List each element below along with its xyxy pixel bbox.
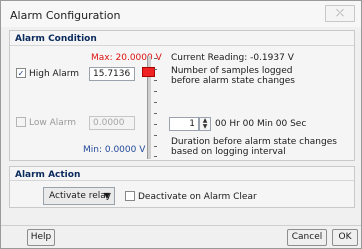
title-bar: Alarm Configuration ⤫ — [1, 1, 361, 27]
slider-tick — [154, 135, 157, 136]
low-alarm-checkbox[interactable] — [16, 117, 26, 127]
slider-tick — [154, 146, 157, 147]
slider-tick — [154, 91, 157, 92]
slider-tick — [154, 124, 157, 125]
high-alarm-checkbox[interactable]: ✓ — [16, 68, 26, 78]
slider-tick — [154, 102, 157, 103]
chevron-down-icon: ▼ — [103, 191, 110, 200]
window-title: Alarm Configuration — [10, 9, 121, 22]
alarm-action-title: Alarm Action — [15, 170, 81, 180]
duration-description-line2: based on logging interval — [171, 147, 286, 157]
footer-divider — [1, 225, 361, 226]
slider-tick — [154, 113, 157, 114]
checkmark-icon: ✓ — [17, 69, 25, 78]
slider-tick — [154, 156, 157, 157]
min-label: Min: 0.0000 V — [83, 145, 146, 155]
cancel-button[interactable]: Cancel — [287, 229, 327, 246]
action-dropdown-value: Activate relay — [49, 191, 112, 201]
current-reading: Current Reading: -0.1937 V — [171, 53, 294, 63]
alarm-condition-title: Alarm Condition — [15, 34, 97, 44]
alarm-configuration-window: Alarm Configuration ⤫ Alarm Condition Ma… — [0, 0, 362, 249]
max-label: Max: 20.0000 V — [91, 53, 162, 63]
deactivate-checkbox[interactable] — [125, 191, 135, 201]
action-dropdown[interactable]: Activate relay ▼ — [43, 187, 115, 205]
deactivate-label: Deactivate on Alarm Clear — [138, 192, 257, 202]
samples-spinner[interactable]: ▲ ▼ — [199, 117, 211, 131]
close-button[interactable]: ⤫ — [325, 5, 355, 22]
ok-button[interactable]: OK — [332, 229, 358, 246]
duration-description-line1: Duration before alarm state changes — [171, 137, 337, 147]
high-alarm-label: High Alarm — [29, 69, 80, 79]
high-alarm-input[interactable]: 15.7136 — [89, 67, 135, 81]
slider-tick — [154, 69, 157, 70]
alarm-action-divider — [10, 180, 354, 181]
alarm-condition-divider — [10, 45, 354, 46]
slider-tick — [154, 80, 157, 81]
samples-input[interactable]: 1 — [169, 117, 199, 131]
spin-down-icon[interactable]: ▼ — [200, 124, 210, 130]
low-alarm-label: Low Alarm — [29, 118, 77, 128]
slider-tick — [154, 58, 157, 59]
low-alarm-input[interactable]: 0.0000 — [89, 116, 135, 130]
duration-value: 00 Hr 00 Min 00 Sec — [215, 119, 307, 129]
help-button[interactable]: Help — [27, 229, 55, 246]
samples-description-line2: before alarm state changes — [171, 76, 295, 86]
samples-description-line1: Number of samples logged — [171, 66, 293, 76]
